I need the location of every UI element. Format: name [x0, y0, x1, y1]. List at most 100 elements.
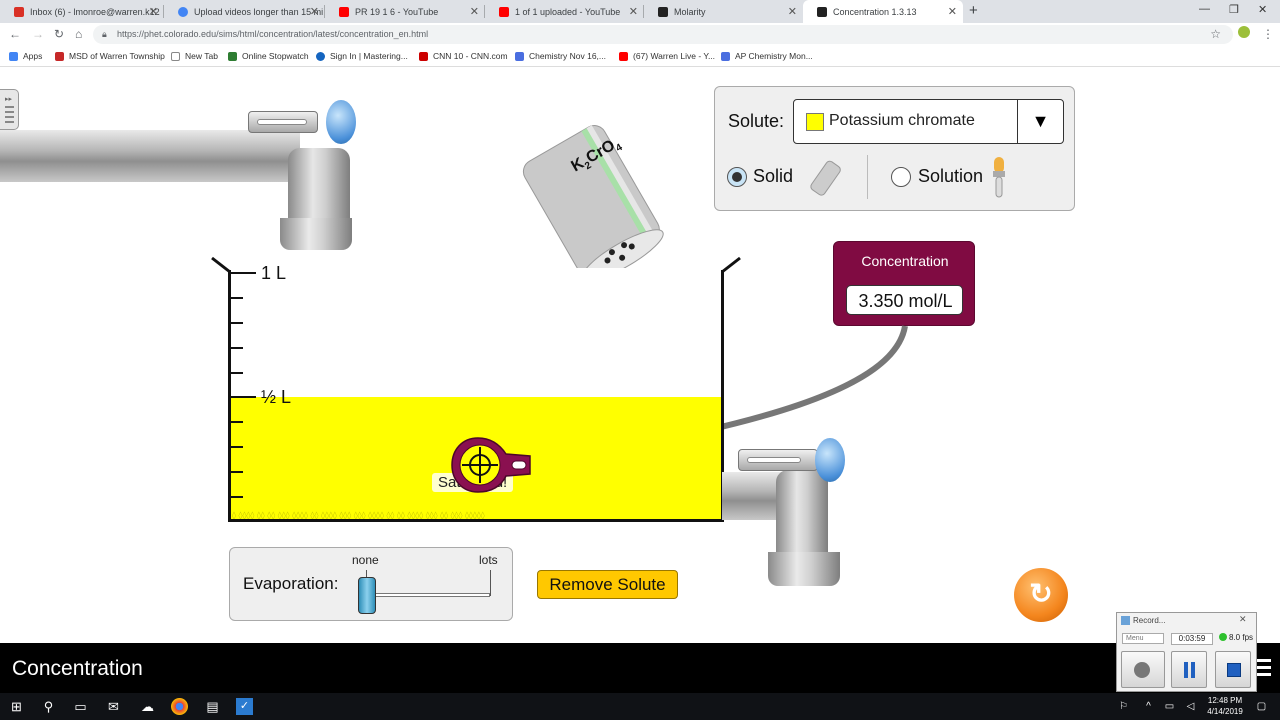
minimize-icon[interactable]: —: [1199, 3, 1210, 15]
phet-icon: [658, 6, 668, 17]
bookmark-label: MSD of Warren Township: [69, 51, 165, 61]
tab-close-icon[interactable]: ✕: [149, 5, 158, 18]
youtube-icon: [499, 6, 509, 17]
evap-tick-max: [490, 570, 491, 596]
bookmark-star-icon[interactable]: ☆: [1210, 27, 1221, 41]
tab-upload-videos[interactable]: Upload videos longer than 15 mi ✕: [164, 0, 325, 23]
pause-button[interactable]: [1171, 651, 1207, 688]
bookmark-label: (67) Warren Live - Y...: [633, 51, 716, 61]
recorder-fps: 8.0 fps: [1219, 633, 1253, 642]
file-explorer-icon[interactable]: ▤: [204, 698, 221, 715]
stop-button[interactable]: [1215, 651, 1251, 688]
phet-menu-icon[interactable]: [1257, 659, 1271, 680]
extension-icon[interactable]: [1238, 26, 1250, 38]
record-button[interactable]: [1121, 651, 1165, 688]
page-icon: [171, 51, 180, 61]
home-icon[interactable]: ⌂: [75, 27, 82, 41]
remove-solute-button[interactable]: Remove Solute: [537, 570, 678, 599]
simulation-area: ▸▸ K2CrO4 Solute: Potassium chromate ▼ S…: [0, 68, 1280, 643]
browser-menu-icon[interactable]: ⋮: [1262, 27, 1274, 41]
tab-inbox[interactable]: Inbox (6) - lmonroe@warren.k12 ✕: [0, 0, 164, 23]
tick-minor: [230, 421, 243, 423]
mail-icon[interactable]: ✉: [105, 698, 122, 715]
search-icon[interactable]: ⚲: [40, 698, 57, 715]
tab-close-icon[interactable]: ✕: [788, 5, 797, 18]
taskbar-time[interactable]: 12:48 PM: [1200, 696, 1250, 705]
stopwatch-icon: [228, 51, 237, 61]
tab-molarity[interactable]: Molarity ✕: [644, 0, 803, 23]
tick-half-l: [230, 396, 256, 398]
mastering-icon: [316, 51, 325, 61]
address-bar-row: ← → ↻ ⌂ 🔒︎ https://phet.colorado.edu/sim…: [0, 23, 1280, 46]
tab-close-icon[interactable]: ✕: [470, 5, 479, 18]
tab-youtube-upload[interactable]: 1 of 1 uploaded - YouTube ✕: [485, 0, 644, 23]
task-view-icon[interactable]: ▭: [72, 698, 89, 715]
evaporation-slider-thumb[interactable]: [358, 577, 376, 614]
app-icon[interactable]: ☁: [139, 698, 156, 715]
bookmark-apps[interactable]: Apps: [9, 51, 42, 61]
tab-youtube-pr[interactable]: PR 19 1 6 - YouTube ✕: [325, 0, 485, 23]
tab-label: Concentration 1.3.13: [833, 6, 917, 17]
chrome-icon[interactable]: [171, 698, 188, 715]
doc-icon: [721, 51, 730, 61]
tick-minor: [230, 446, 243, 448]
reset-icon: ↻: [1029, 578, 1053, 609]
bookmark-warren-live[interactable]: (67) Warren Live - Y...: [619, 51, 715, 61]
youtube-icon: [619, 51, 628, 61]
network-icon[interactable]: ▭: [1161, 698, 1178, 715]
tab-concentration[interactable]: Concentration 1.3.13 ✕: [803, 0, 963, 23]
tab-close-icon[interactable]: ✕: [310, 5, 319, 18]
tick-minor: [230, 322, 243, 324]
bookmark-new-tab[interactable]: New Tab: [171, 51, 218, 61]
notifications-icon[interactable]: ▢: [1253, 698, 1270, 715]
window-close-icon[interactable]: ✕: [1258, 3, 1267, 16]
sim-title: Concentration: [12, 657, 143, 680]
recorder-close-icon[interactable]: ✕: [1239, 614, 1247, 625]
concentration-probe[interactable]: [450, 434, 532, 496]
tick-minor: [230, 347, 243, 349]
sim-title-bar: Concentration: [0, 643, 1280, 693]
tick-minor: [230, 372, 243, 374]
bookmark-chemistry-nov16[interactable]: Chemistry Nov 16,...: [515, 51, 606, 61]
tick-1l: [230, 272, 256, 274]
browser-tab-bar: Inbox (6) - lmonroe@warren.k12 ✕ Upload …: [0, 0, 1280, 23]
checklist-app-icon[interactable]: ✓: [236, 698, 253, 715]
forward-icon[interactable]: →: [32, 27, 44, 41]
tab-label: 1 of 1 uploaded - YouTube: [515, 6, 621, 17]
stop-icon: [1227, 663, 1241, 677]
taskbar-date[interactable]: 4/14/2019: [1200, 707, 1250, 716]
recorder-menu-dropdown[interactable]: Menu: [1122, 633, 1164, 644]
windows-start-icon[interactable]: ⊞: [8, 698, 25, 715]
tick-minor: [230, 496, 243, 498]
drain-knob[interactable]: [815, 438, 845, 482]
url-text: https://phet.colorado.edu/sims/html/conc…: [117, 29, 429, 39]
record-icon: [1134, 662, 1150, 678]
bookmark-cnn10[interactable]: CNN 10 - CNN.com: [419, 51, 508, 61]
volume-icon[interactable]: ◁: [1182, 698, 1199, 715]
people-icon[interactable]: ⚐: [1115, 698, 1132, 715]
bookmark-msd-warren[interactable]: MSD of Warren Township: [55, 51, 165, 61]
show-hidden-icons[interactable]: ^: [1140, 698, 1157, 715]
bookmark-label: New Tab: [185, 51, 218, 61]
evaporation-slider-track[interactable]: [366, 593, 490, 597]
probe-cable: [519, 325, 908, 468]
tab-label: Inbox (6) - lmonroe@warren.k12: [30, 6, 160, 17]
tab-close-icon[interactable]: ✕: [948, 5, 957, 18]
beaker-label-half-l: ½ L: [261, 387, 292, 407]
new-tab-button[interactable]: +: [969, 2, 978, 19]
drain-nozzle: [768, 552, 840, 586]
reload-icon[interactable]: ↻: [54, 27, 64, 41]
bookmark-label: Online Stopwatch: [242, 51, 309, 61]
evaporation-label: Evaporation:: [243, 574, 339, 593]
bookmark-mastering[interactable]: Sign In | Mastering...: [316, 51, 408, 61]
back-icon[interactable]: ←: [9, 27, 21, 41]
bookmark-online-stopwatch[interactable]: Online Stopwatch: [228, 51, 309, 61]
restore-icon[interactable]: ❐: [1229, 3, 1239, 16]
tab-close-icon[interactable]: ✕: [629, 5, 638, 18]
beaker-bottom: [228, 519, 724, 522]
url-input[interactable]: 🔒︎ https://phet.colorado.edu/sims/html/c…: [93, 25, 1233, 44]
evaporation-panel: Evaporation: none lots: [229, 547, 513, 621]
gmail-icon: [14, 6, 24, 17]
reset-all-button[interactable]: ↻: [1014, 568, 1068, 622]
bookmark-ap-chemistry[interactable]: AP Chemistry Mon...: [721, 51, 813, 61]
